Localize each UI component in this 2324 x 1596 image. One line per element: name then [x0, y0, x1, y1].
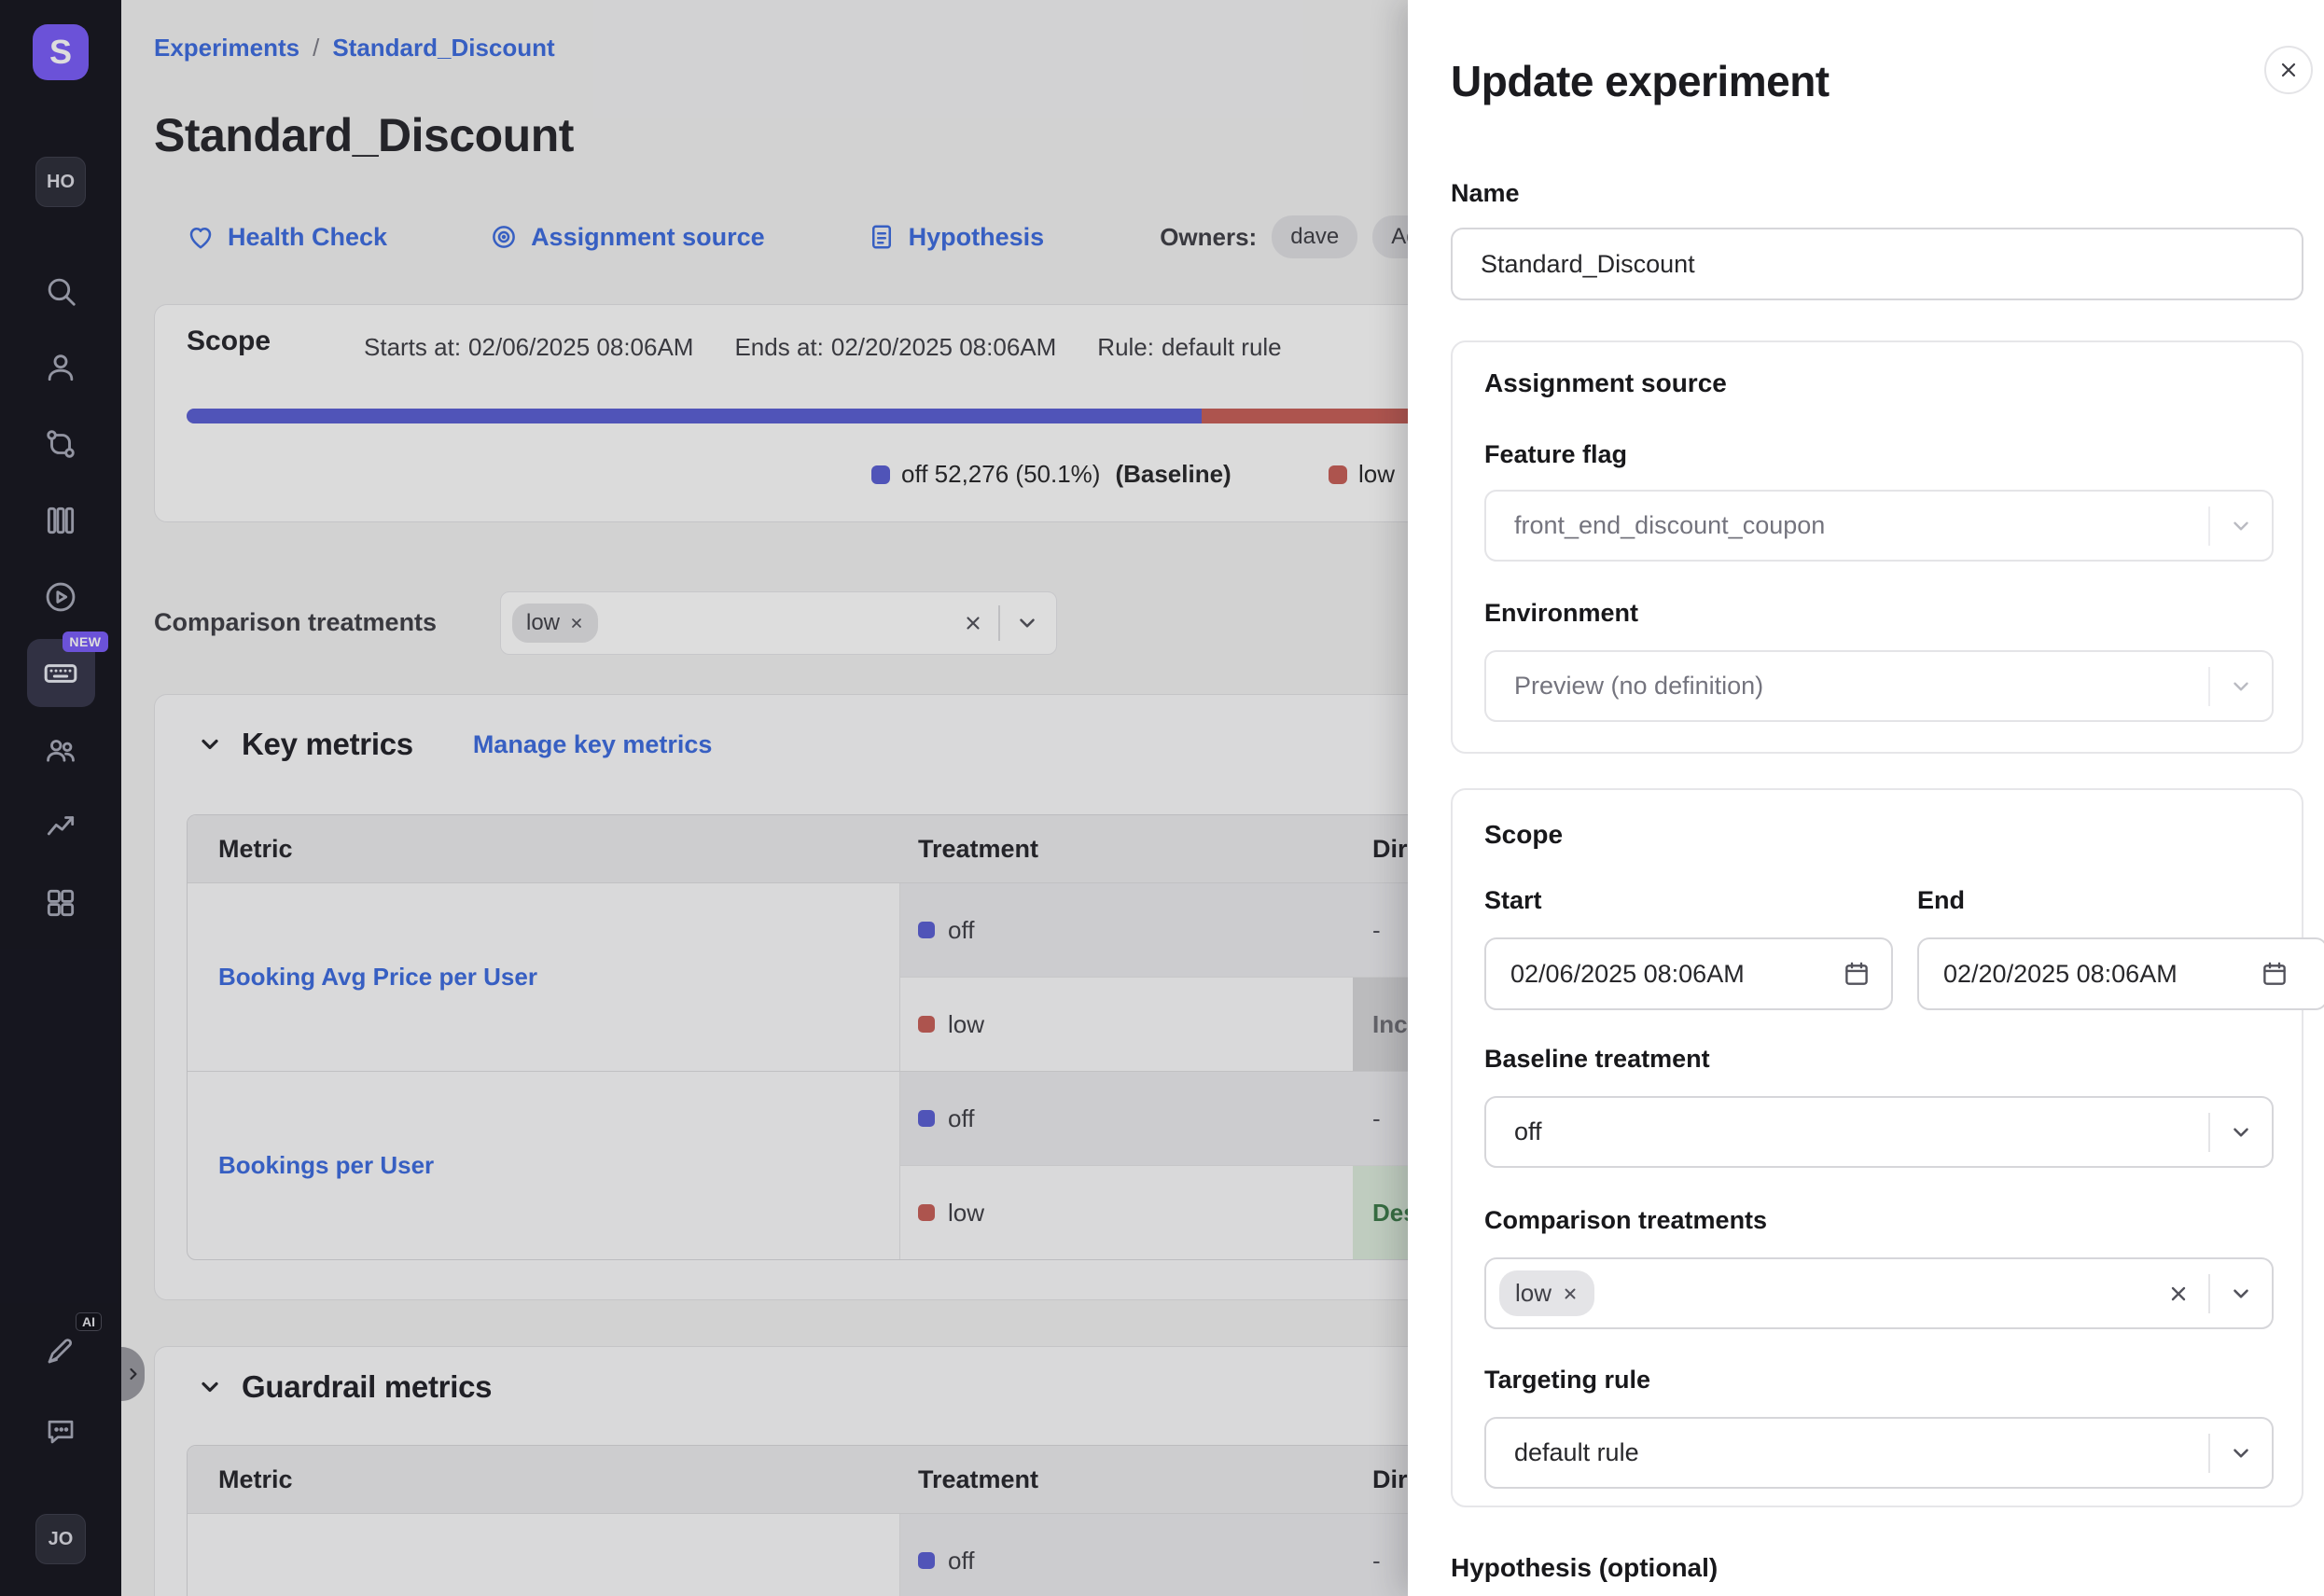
name-input[interactable]: [1451, 228, 2303, 300]
calendar-icon[interactable]: [2261, 960, 2289, 988]
baseline-treatment-value: off: [1514, 1117, 1542, 1146]
app-window: Experiments / Standard_Discount Standard…: [0, 0, 2324, 1596]
start-date-input[interactable]: 02/06/2025 08:06AM: [1484, 937, 1893, 1010]
chip-label: low: [1515, 1279, 1552, 1308]
baseline-treatment-label: Baseline treatment: [1484, 1045, 1710, 1074]
feature-flag-label: Feature flag: [1484, 440, 1627, 469]
end-date-input[interactable]: 02/20/2025 08:06AM: [1917, 937, 2324, 1010]
hypothesis-label: Hypothesis (optional): [1451, 1553, 1718, 1583]
assignment-source-section: Assignment source Feature flag front_end…: [1451, 340, 2303, 754]
environment-value: Preview (no definition): [1514, 672, 1763, 701]
clear-selection-icon[interactable]: [2167, 1283, 2190, 1305]
targeting-rule-select[interactable]: default rule: [1484, 1417, 2274, 1489]
end-label: End: [1917, 886, 1965, 915]
chevron-down-icon: [2229, 1441, 2253, 1465]
select-divider: [2208, 1434, 2210, 1473]
select-divider: [2208, 1113, 2210, 1152]
scope-section: Scope Start End 02/06/2025 08:06AM 02/20…: [1451, 788, 2303, 1507]
comparison-treatments-label: Comparison treatments: [1484, 1206, 1767, 1235]
remove-icon[interactable]: [1562, 1285, 1579, 1302]
feature-flag-select[interactable]: front_end_discount_coupon: [1484, 490, 2274, 562]
start-label: Start: [1484, 886, 1542, 915]
treatment-chip-low[interactable]: low: [1499, 1270, 1594, 1316]
chevron-down-icon: [2229, 674, 2253, 699]
baseline-treatment-select[interactable]: off: [1484, 1096, 2274, 1168]
assignment-source-title: Assignment source: [1484, 368, 1727, 398]
chevron-down-icon: [2229, 1120, 2253, 1145]
calendar-icon[interactable]: [1843, 960, 1871, 988]
drawer-title: Update experiment: [1451, 56, 1830, 106]
comparison-treatments-multiselect[interactable]: low: [1484, 1257, 2274, 1329]
feature-flag-value: front_end_discount_coupon: [1514, 511, 1825, 540]
chevron-down-icon: [2229, 514, 2253, 538]
environment-select[interactable]: Preview (no definition): [1484, 650, 2274, 722]
targeting-rule-value: default rule: [1514, 1438, 1639, 1467]
environment-label: Environment: [1484, 599, 1638, 628]
select-divider: [2208, 667, 2210, 706]
update-experiment-drawer: Update experiment Name Assignment source…: [1408, 0, 2324, 1596]
select-divider: [2208, 1274, 2210, 1313]
close-button[interactable]: [2264, 46, 2313, 94]
close-icon: [2277, 59, 2300, 81]
name-label: Name: [1451, 179, 1520, 208]
targeting-rule-label: Targeting rule: [1484, 1366, 1650, 1395]
scope-section-title: Scope: [1484, 820, 1563, 850]
end-date-value: 02/20/2025 08:06AM: [1943, 960, 2178, 989]
chevron-down-icon: [2229, 1282, 2253, 1306]
start-date-value: 02/06/2025 08:06AM: [1510, 960, 1745, 989]
select-divider: [2208, 507, 2210, 546]
